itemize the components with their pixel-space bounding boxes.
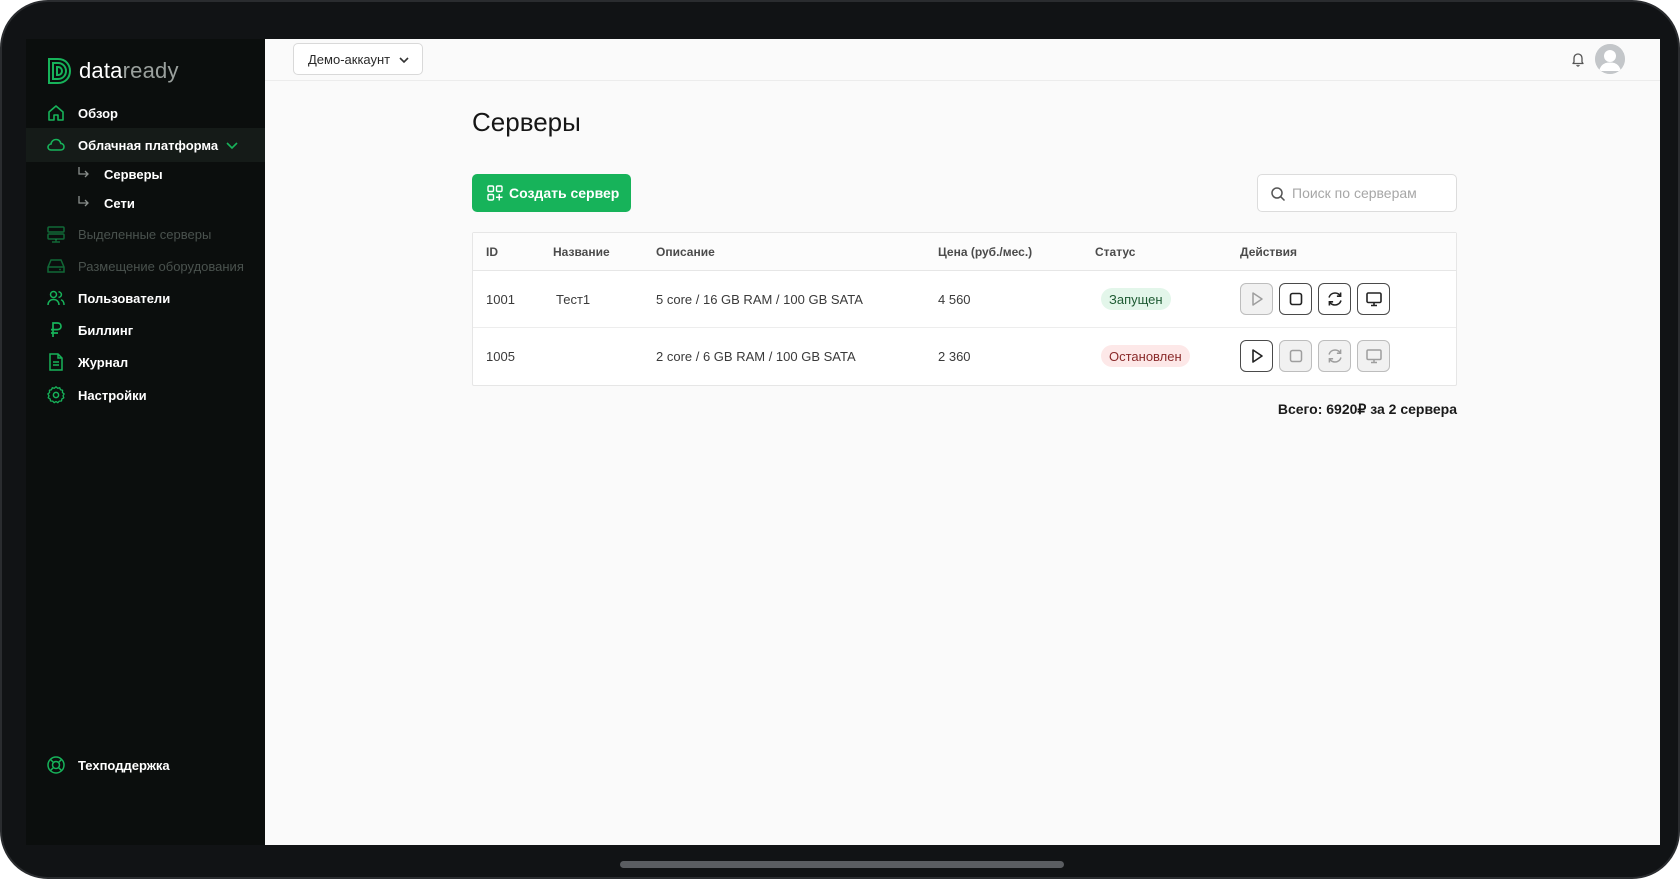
sidebar-item-label: Журнал	[78, 354, 129, 370]
cell-price: 2 360	[938, 349, 971, 364]
account-select[interactable]: Демо-аккаунт	[293, 43, 423, 75]
sidebar-subitem-label: Серверы	[104, 166, 163, 182]
users-icon	[47, 290, 65, 306]
add-grid-icon	[487, 185, 503, 201]
search-icon	[1271, 187, 1286, 202]
search-input[interactable]	[1292, 183, 1450, 203]
sidebar-item-label: Пользователи	[78, 290, 171, 306]
sidebar-item-label: Настройки	[78, 387, 147, 403]
hard-drive-icon	[47, 259, 65, 273]
chevron-down-icon[interactable]	[225, 138, 239, 152]
sidebar-item-journal[interactable]: Журнал	[26, 345, 265, 379]
sidebar-item-cloud-platform[interactable]: Облачная платформа	[26, 128, 265, 162]
create-server-button[interactable]: Создать сервер	[472, 174, 631, 212]
sidebar-item-support[interactable]: Техподдержка	[26, 748, 265, 782]
sidebar-item-label: Размещение оборудования	[78, 258, 244, 274]
sidebar-subitem-label: Сети	[104, 195, 135, 211]
gear-icon	[47, 386, 65, 404]
stop-icon	[1289, 349, 1302, 363]
play-icon	[1251, 349, 1263, 363]
cell-name: Тест1	[556, 292, 591, 307]
sidebar-subitem-networks[interactable]: Сети	[26, 189, 265, 217]
sidebar-item-label: Обзор	[78, 105, 118, 121]
table-row[interactable]: 1005 2 core / 6 GB RAM / 100 GB SATA 2 3…	[473, 328, 1456, 385]
column-header-price[interactable]: Цена (руб./мес.)	[938, 245, 1032, 259]
bell-icon[interactable]	[1570, 51, 1586, 67]
cell-description: 5 core / 16 GB RAM / 100 GB SATA	[656, 292, 863, 307]
dataready-logo-icon	[48, 58, 72, 84]
cloud-icon	[47, 138, 65, 151]
top-bar: Демо-аккаунт	[265, 39, 1660, 81]
column-header-status[interactable]: Статус	[1095, 245, 1135, 259]
app-screen: dataready Обзор Облачная платформа Серве…	[26, 39, 1660, 845]
user-avatar-icon	[1595, 44, 1625, 74]
server-search[interactable]	[1257, 174, 1457, 212]
monitor-icon	[1365, 292, 1382, 307]
status-badge: Остановлен	[1101, 345, 1190, 367]
column-header-description[interactable]: Описание	[656, 245, 715, 259]
page-title: Серверы	[472, 107, 581, 137]
chevron-down-icon	[399, 57, 409, 64]
column-header-actions: Действия	[1240, 245, 1298, 259]
sidebar-item-colocation[interactable]: Размещение оборудования	[26, 249, 265, 283]
ruble-icon	[51, 322, 62, 337]
account-select-value: Демо-аккаунт	[308, 51, 391, 67]
start-button[interactable]	[1240, 283, 1273, 315]
logo-text-part1: data	[79, 58, 123, 83]
sidebar-item-label: Облачная платформа	[78, 137, 219, 153]
sidebar-item-label: Выделенные серверы	[78, 226, 212, 242]
table-row[interactable]: 1001 Тест1 5 core / 16 GB RAM / 100 GB S…	[473, 271, 1456, 328]
sidebar-item-settings[interactable]: Настройки	[26, 378, 265, 412]
lifebuoy-icon	[47, 756, 65, 774]
stop-button[interactable]	[1279, 340, 1312, 372]
home-icon	[48, 105, 64, 121]
avatar[interactable]	[1595, 44, 1625, 74]
logo[interactable]: dataready	[46, 55, 179, 87]
monitor-icon	[1365, 349, 1382, 364]
restart-button[interactable]	[1318, 283, 1351, 315]
table-header: ID Название Описание Цена (руб./мес.) Ст…	[473, 233, 1456, 271]
sidebar-item-users[interactable]: Пользователи	[26, 281, 265, 315]
column-header-id[interactable]: ID	[486, 245, 498, 259]
sidebar: dataready Обзор Облачная платформа Серве…	[26, 39, 265, 845]
cell-id: 1001	[486, 292, 515, 307]
refresh-icon	[1327, 349, 1342, 363]
refresh-icon	[1327, 292, 1342, 306]
cell-price: 4 560	[938, 292, 971, 307]
server-stack-icon	[47, 226, 65, 243]
restart-button[interactable]	[1318, 340, 1351, 372]
sidebar-item-dedicated-servers[interactable]: Выделенные серверы	[26, 217, 265, 251]
document-icon	[49, 353, 63, 371]
stop-button[interactable]	[1279, 283, 1312, 315]
console-button[interactable]	[1357, 340, 1390, 372]
start-button[interactable]	[1240, 340, 1273, 372]
logo-text-part2: ready	[122, 58, 179, 83]
sidebar-item-billing[interactable]: Биллинг	[26, 313, 265, 347]
sidebar-item-label: Техподдержка	[78, 757, 170, 773]
create-server-button-label: Создать сервер	[509, 185, 620, 201]
servers-table: ID Название Описание Цена (руб./мес.) Ст…	[472, 232, 1457, 386]
servers-total: Всего: 6920₽ за 2 сервера	[1277, 401, 1457, 417]
home-indicator	[620, 861, 1064, 868]
device-frame: dataready Обзор Облачная платформа Серве…	[0, 0, 1680, 879]
sidebar-item-overview[interactable]: Обзор	[26, 96, 265, 130]
sidebar-item-label: Биллинг	[78, 322, 134, 338]
cell-id: 1005	[486, 349, 515, 364]
cell-description: 2 core / 6 GB RAM / 100 GB SATA	[656, 349, 856, 364]
console-button[interactable]	[1357, 283, 1390, 315]
status-badge: Запущен	[1101, 288, 1171, 310]
play-icon	[1251, 292, 1263, 306]
stop-icon	[1289, 292, 1302, 306]
column-header-name[interactable]: Название	[553, 245, 610, 259]
subitem-arrow-icon	[78, 167, 89, 178]
subitem-arrow-icon	[78, 196, 89, 207]
sidebar-subitem-servers[interactable]: Серверы	[26, 160, 265, 188]
